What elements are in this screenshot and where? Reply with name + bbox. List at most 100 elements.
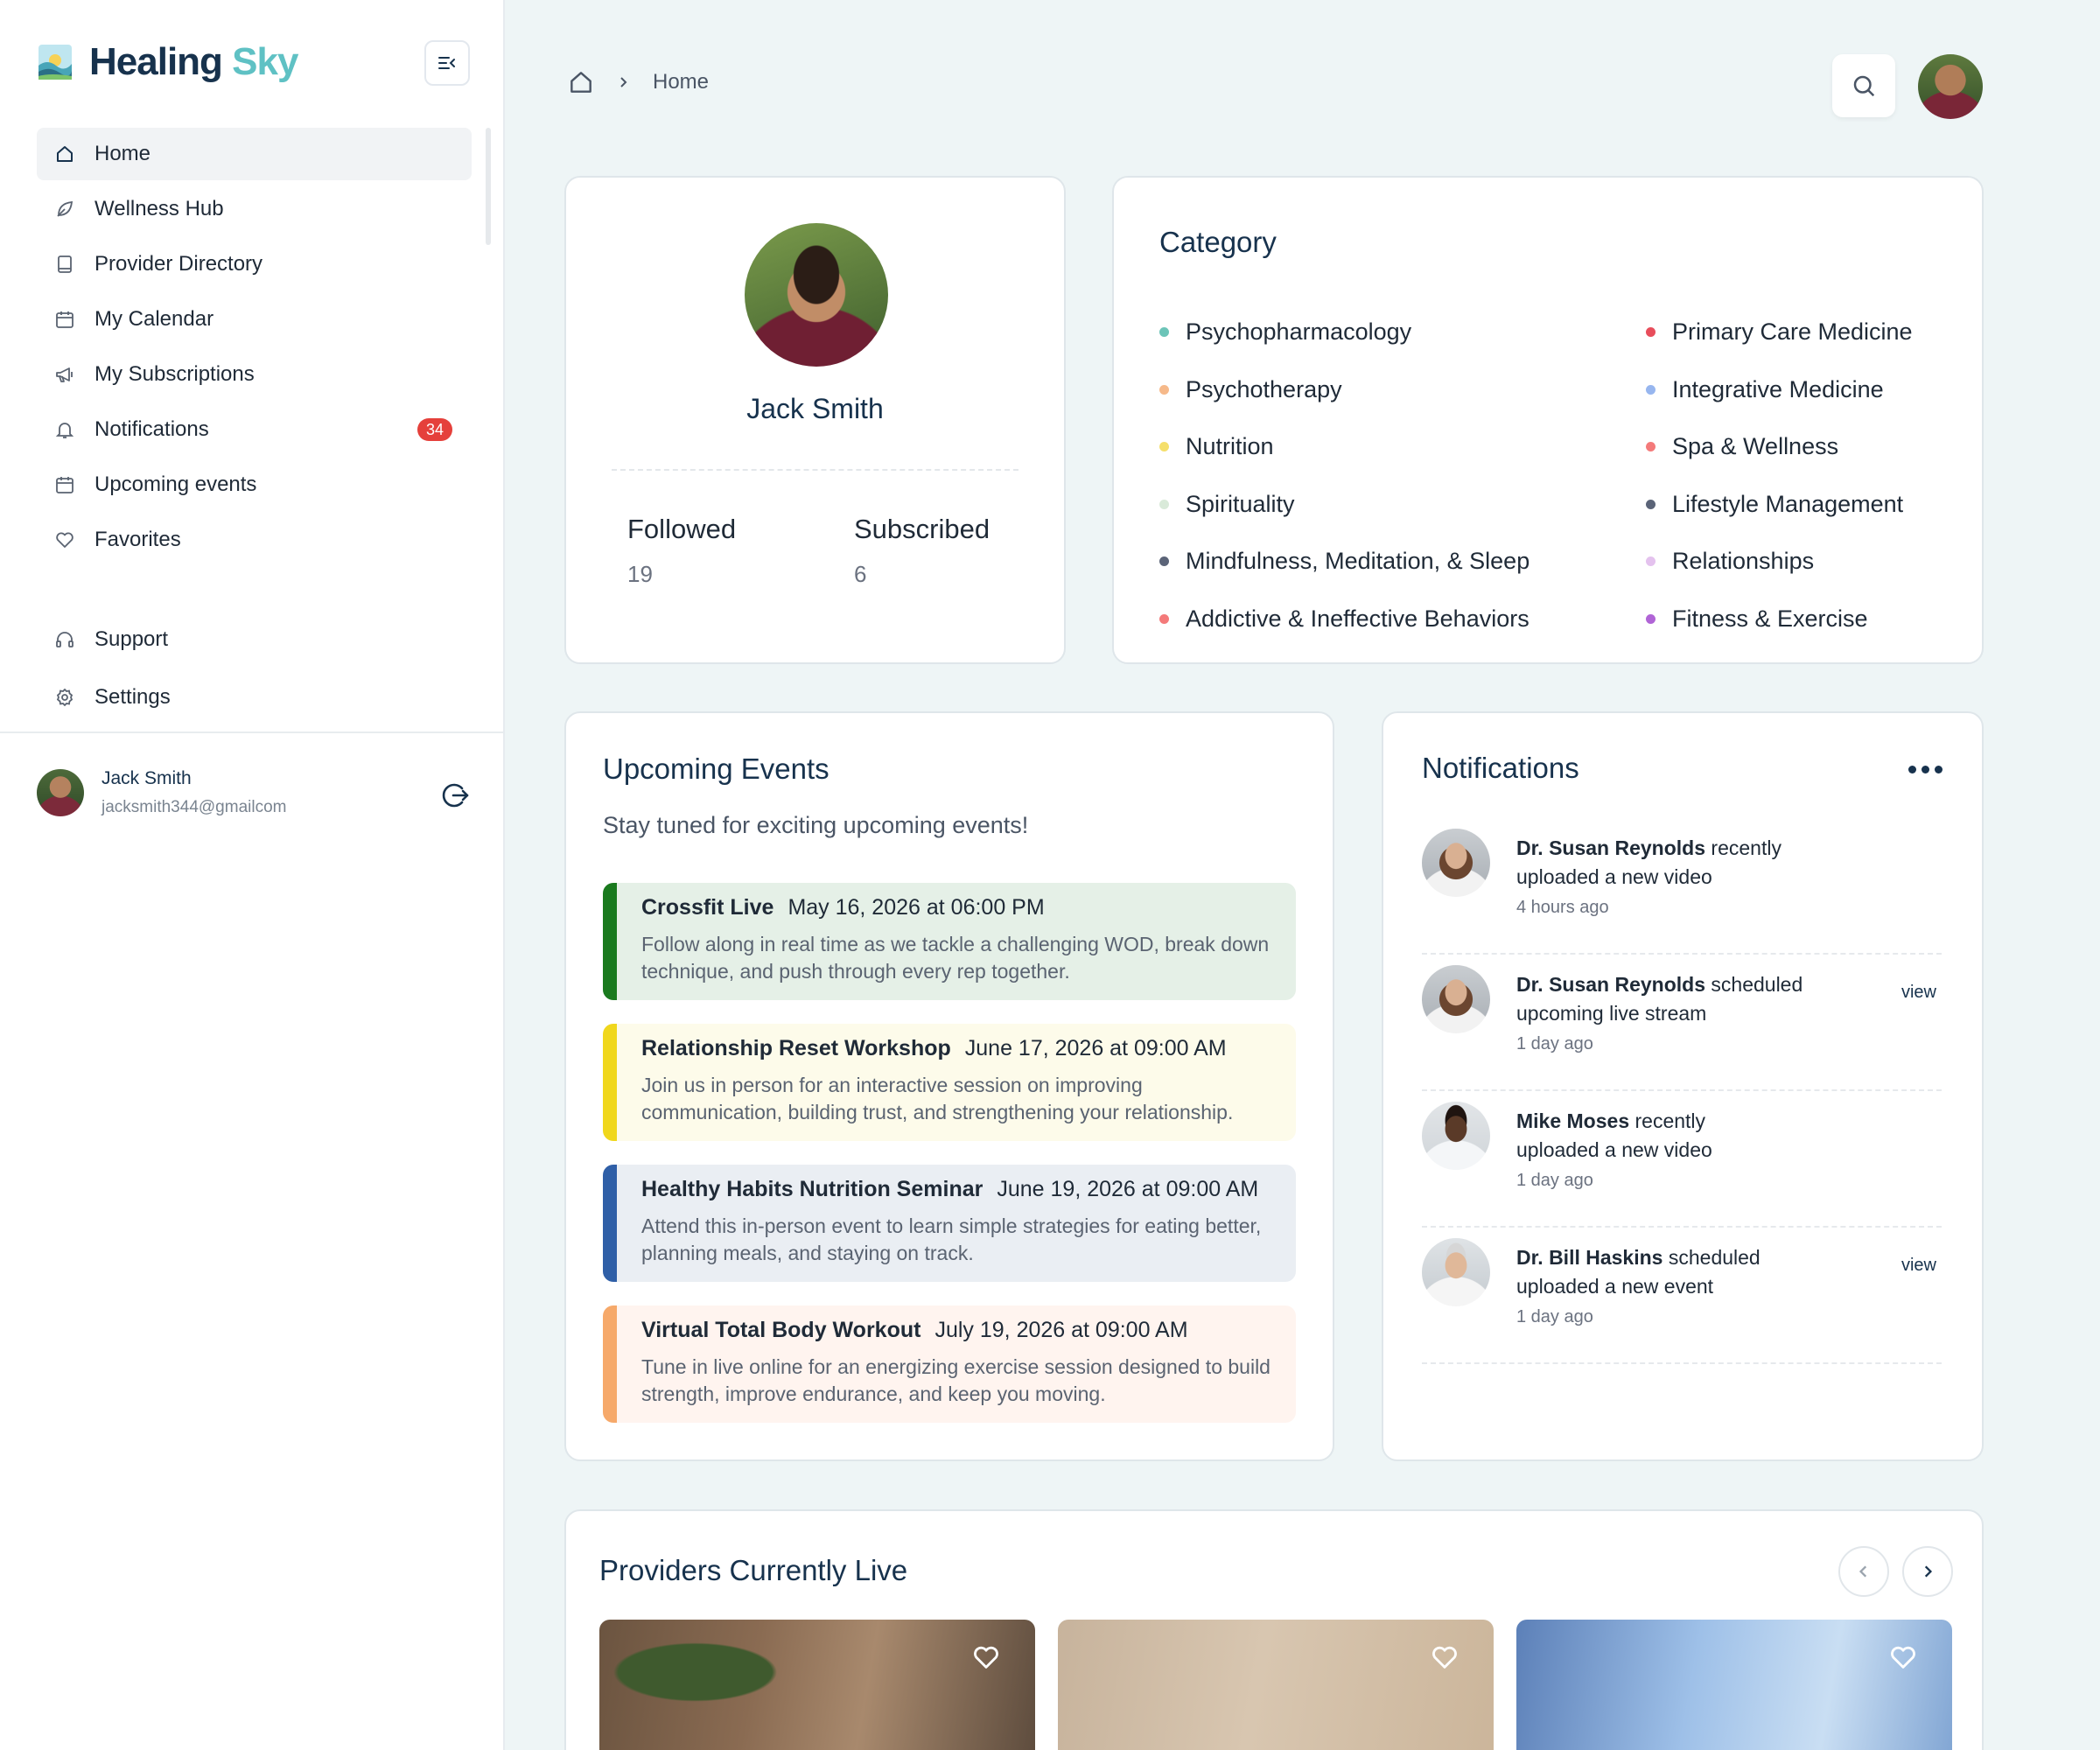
events-title: Upcoming Events (603, 752, 830, 785)
dot-icon (1646, 442, 1656, 452)
provider-live-tile[interactable] (599, 1620, 1035, 1750)
notification-item[interactable]: Dr. Susan Reynolds scheduled upcoming liv… (1422, 955, 1942, 1091)
user-email: jacksmith344@gmailcom (102, 798, 287, 816)
view-link[interactable]: view (1901, 1256, 1936, 1276)
search-button[interactable] (1832, 54, 1895, 117)
provider-live-tile[interactable] (1516, 1620, 1952, 1750)
dot-icon (1646, 613, 1656, 624)
notification-text: scheduled (1662, 1246, 1760, 1269)
category-item[interactable]: Mindfulness, Meditation, & Sleep (1159, 533, 1530, 591)
notification-item[interactable]: Dr. Susan Reynolds recently uploaded a ne… (1422, 818, 1942, 955)
event-description: Tune in live online for an energizing ex… (641, 1355, 1270, 1405)
dot-icon (1159, 384, 1169, 395)
notification-text: uploaded a new event (1516, 1275, 1714, 1298)
dot-icon (1646, 384, 1656, 395)
carousel-next-button[interactable] (1902, 1546, 1953, 1597)
user-name: Jack Smith (102, 768, 192, 788)
notification-author: Mike Moses (1516, 1110, 1630, 1132)
category-item[interactable]: Integrative Medicine (1646, 361, 1913, 419)
avatar (1422, 1102, 1490, 1170)
brand-logo[interactable]: Healing Sky (37, 40, 298, 84)
secondary-nav: Support Settings (37, 613, 472, 726)
category-item[interactable]: Spirituality (1159, 476, 1530, 534)
sidebar-item-favorites[interactable]: Favorites (37, 514, 472, 566)
chevron-right-icon (1924, 1565, 1933, 1578)
notification-item[interactable]: Mike Moses recently uploaded a new video 1… (1422, 1091, 1942, 1228)
home-icon[interactable] (567, 68, 595, 96)
view-link[interactable]: view (1901, 983, 1936, 1003)
logout-icon[interactable] (440, 780, 470, 810)
notification-text: upcoming live stream (1516, 1002, 1707, 1025)
sidebar-item-label: My Calendar (94, 307, 214, 331)
event-title: Healthy Habits Nutrition Seminar (641, 1177, 984, 1201)
category-item[interactable]: Psychopharmacology (1159, 304, 1530, 361)
category-label: Nutrition (1186, 433, 1274, 460)
stat-value: 6 (854, 561, 867, 587)
sidebar-item-notifications[interactable]: Notifications 34 (37, 403, 472, 456)
category-item[interactable]: Lifestyle Management (1646, 476, 1913, 534)
event-title: Crossfit Live (641, 895, 774, 920)
brand-name: Healing Sky (89, 40, 298, 83)
event-description: Join us in person for an interactive ses… (641, 1074, 1234, 1124)
event-accent-bar (603, 1024, 617, 1141)
category-item[interactable]: Psychotherapy (1159, 361, 1530, 419)
favorite-heart-icon[interactable] (1429, 1642, 1460, 1672)
avatar[interactable] (1918, 54, 1983, 119)
event-date: June 19, 2026 at 09:00 AM (997, 1177, 1259, 1201)
sidebar-scrollbar[interactable] (486, 128, 491, 245)
notification-time: 1 day ago (1516, 1034, 1593, 1054)
category-title: Category (1159, 226, 1277, 258)
providers-title: Providers Currently Live (599, 1554, 908, 1586)
event-title: Relationship Reset Workshop (641, 1036, 951, 1060)
sidebar-item-my-subscriptions[interactable]: My Subscriptions (37, 348, 472, 401)
profile-avatar (745, 223, 888, 367)
sidebar-item-label: Favorites (94, 528, 181, 551)
logo-icon (38, 45, 72, 80)
event-description: Attend this in-person event to learn sim… (641, 1214, 1262, 1264)
category-item[interactable]: Spa & Wellness (1646, 418, 1913, 476)
sidebar-divider (0, 732, 503, 733)
event-accent-bar (603, 883, 617, 1000)
provider-live-tile[interactable] (1058, 1620, 1494, 1750)
sidebar-item-label: Support (94, 627, 169, 651)
event-item[interactable]: Virtual Total Body Workout July 19, 2026 … (603, 1306, 1296, 1423)
sidebar-item-upcoming-events[interactable]: Upcoming events (37, 458, 472, 511)
collapse-sidebar-button[interactable] (424, 40, 470, 86)
category-item[interactable]: Primary Care Medicine (1646, 304, 1913, 361)
sidebar: Healing Sky Home Wellness Hub Provider D… (0, 0, 505, 1750)
event-accent-bar (603, 1165, 617, 1282)
notifications-card: Notifications Dr. Susan Reynolds recentl… (1382, 711, 1984, 1461)
sidebar-item-wellness-hub[interactable]: Wellness Hub (37, 183, 472, 235)
category-item[interactable]: Addictive & Ineffective Behaviors (1159, 591, 1530, 648)
notification-item[interactable]: Dr. Bill Haskins scheduled uploaded a new… (1422, 1228, 1942, 1364)
megaphone-icon (54, 364, 75, 385)
sidebar-item-home[interactable]: Home (37, 128, 472, 180)
category-list-right: Primary Care Medicine Integrative Medici… (1646, 304, 1913, 648)
favorite-heart-icon[interactable] (970, 1642, 1002, 1672)
sidebar-item-support[interactable]: Support (37, 613, 472, 666)
category-item[interactable]: Nutrition (1159, 418, 1530, 476)
category-item[interactable]: Fitness & Exercise (1646, 591, 1913, 648)
sidebar-item-settings[interactable]: Settings (37, 671, 472, 724)
event-item[interactable]: Crossfit Live May 16, 2026 at 06:00 PM Fo… (603, 883, 1296, 1000)
gear-icon (54, 687, 75, 708)
more-options-icon[interactable] (1908, 766, 1942, 774)
event-description: Follow along in real time as we tackle a… (641, 933, 1270, 983)
sidebar-user[interactable]: Jack Smith jacksmith344@gmailcom (37, 768, 286, 817)
category-item[interactable]: Relationships (1646, 533, 1913, 591)
event-item[interactable]: Healthy Habits Nutrition Seminar June 19,… (603, 1165, 1296, 1282)
event-title: Virtual Total Body Workout (641, 1318, 921, 1342)
category-label: Psychopharmacology (1186, 318, 1412, 346)
stat-subscribed[interactable]: Subscribed 6 (854, 514, 990, 588)
sidebar-item-my-calendar[interactable]: My Calendar (37, 293, 472, 346)
sidebar-item-provider-directory[interactable]: Provider Directory (37, 238, 472, 290)
favorite-heart-icon[interactable] (1887, 1642, 1919, 1672)
category-label: Integrative Medicine (1672, 375, 1884, 402)
stat-followed[interactable]: Followed 19 (627, 514, 736, 588)
carousel-prev-button[interactable] (1838, 1546, 1889, 1597)
profile-name: Jack Smith (746, 393, 884, 424)
notifications-title: Notifications (1422, 752, 1579, 784)
category-label: Spa & Wellness (1672, 433, 1839, 460)
category-label: Fitness & Exercise (1672, 605, 1868, 632)
event-item[interactable]: Relationship Reset Workshop June 17, 2026… (603, 1024, 1296, 1141)
